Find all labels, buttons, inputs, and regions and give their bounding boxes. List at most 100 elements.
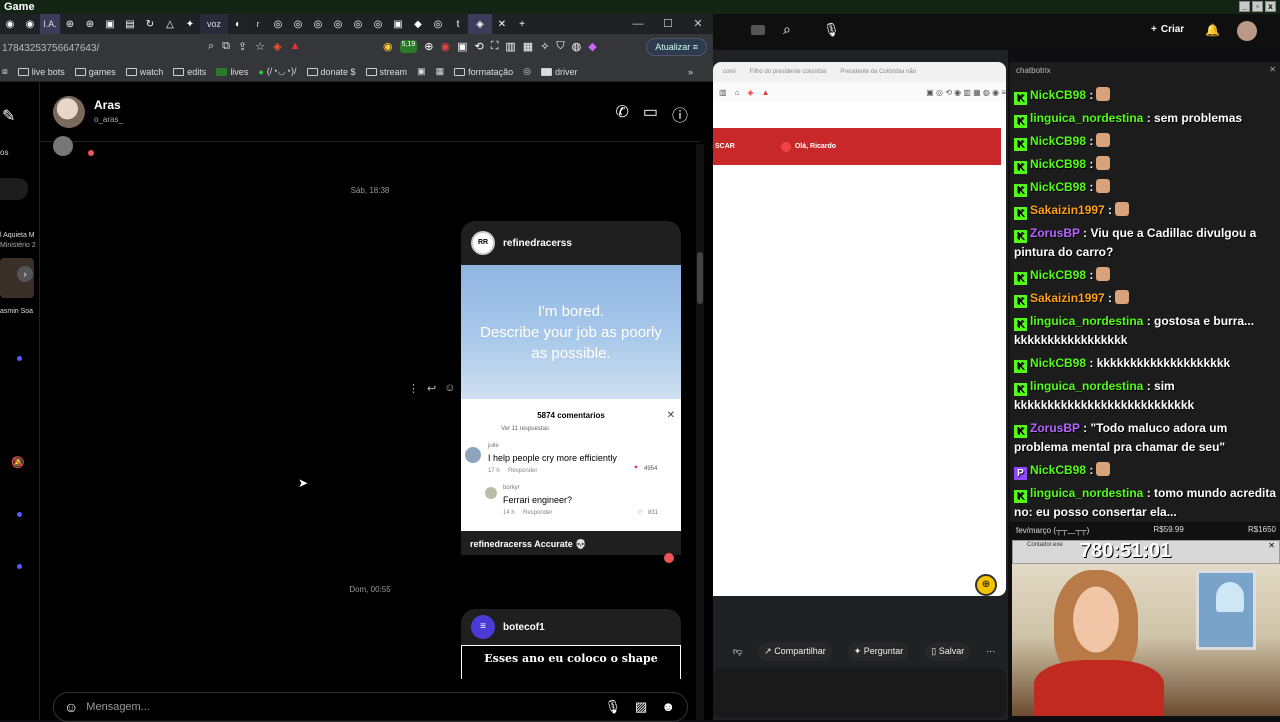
tab-favicon[interactable]: ✦: [180, 14, 200, 34]
brave-shield-icon[interactable]: ◈: [747, 88, 753, 97]
floating-badge-icon[interactable]: ⊕: [975, 574, 997, 596]
sidebar-icon[interactable]: ▥: [505, 40, 515, 53]
brave-rewards-icon[interactable]: ▲: [762, 88, 770, 97]
bell-icon[interactable]: 🔔: [1205, 23, 1220, 37]
bookmark-formatacao[interactable]: formatação: [454, 67, 513, 77]
tab-favicon[interactable]: ◎: [428, 14, 448, 34]
keyboard-icon[interactable]: [751, 25, 765, 35]
bookmark-driver[interactable]: driver: [540, 67, 578, 77]
bookmark-games[interactable]: games: [74, 67, 116, 77]
tab-favicon[interactable]: ▤: [120, 14, 140, 34]
tab-favicon[interactable]: ◉: [0, 14, 20, 34]
more-bookmarks-icon[interactable]: »: [688, 67, 693, 77]
reply-icon[interactable]: ↩: [427, 382, 436, 395]
microphone-icon[interactable]: 🎙: [823, 22, 840, 38]
tab-r[interactable]: r: [248, 14, 268, 34]
save-button[interactable]: ▯ Salvar: [925, 642, 971, 661]
scrollbar-thumb[interactable]: [697, 252, 703, 304]
more-options-icon[interactable]: ⋮: [408, 382, 419, 395]
bookmark-icon[interactable]: ▦: [436, 66, 445, 77]
tab-favicon[interactable]: ◉: [20, 14, 40, 34]
wallet-icon[interactable]: ▦: [523, 40, 533, 53]
bookmark-icon[interactable]: ▣: [417, 66, 426, 77]
url-text[interactable]: 17843253756647643/: [0, 43, 200, 54]
description-box[interactable]: [713, 668, 1006, 718]
post-author[interactable]: refinedracerss: [503, 238, 572, 249]
bookmark-lives[interactable]: lives: [216, 67, 248, 77]
bookmark-icon[interactable]: ◎: [523, 66, 531, 77]
tab-favicon[interactable]: ◎: [368, 14, 388, 34]
bookmark-edits[interactable]: edits: [173, 67, 206, 77]
brave-rewards-icon[interactable]: ▲: [290, 40, 301, 53]
sidebar-search[interactable]: [0, 178, 28, 200]
extension-icon[interactable]: ⛶: [491, 40, 499, 53]
red-bar-label[interactable]: SCAR: [715, 143, 735, 150]
tab-favicon[interactable]: ▣: [100, 14, 120, 34]
toolbar-icon[interactable]: ⌂: [735, 88, 740, 97]
tab-favicon[interactable]: ◎: [268, 14, 288, 34]
tab-favicon[interactable]: t: [448, 14, 468, 34]
close-tab-icon[interactable]: ✕: [492, 14, 512, 34]
tab-favicon[interactable]: ◎: [328, 14, 348, 34]
reaction-emoji[interactable]: [664, 553, 674, 563]
contact-name[interactable]: Aras: [94, 98, 121, 112]
tab-favicon[interactable]: ⊛: [60, 14, 80, 34]
extension-icon[interactable]: ◉: [383, 40, 393, 53]
bookmark-live-bots[interactable]: live bots: [17, 67, 65, 77]
brave-shield-icon[interactable]: ◈: [273, 40, 281, 53]
extension-icon[interactable]: ◉: [440, 40, 450, 53]
maximize-button[interactable]: ▫: [1252, 1, 1263, 12]
mid-tab[interactable]: comi: [723, 69, 736, 75]
leo-icon[interactable]: ✧: [540, 40, 549, 53]
new-message-icon[interactable]: ✎: [2, 106, 15, 126]
post-author[interactable]: botecof1: [503, 622, 545, 633]
share-icon[interactable]: ⇪: [238, 40, 247, 53]
tab-ia[interactable]: I.A.: [40, 14, 60, 34]
emoji-react-icon[interactable]: ☺: [444, 382, 455, 395]
image-icon[interactable]: ▨: [635, 699, 647, 715]
tab-favicon[interactable]: ◎: [288, 14, 308, 34]
share-button[interactable]: ↗ Compartilhar: [758, 642, 832, 661]
new-tab-icon[interactable]: +: [512, 14, 532, 34]
scrollbar[interactable]: [696, 144, 704, 720]
shared-post[interactable]: RR refinedracerss I'm bored. Describe yo…: [461, 221, 681, 555]
message-composer[interactable]: ☺ Mensagem... 🎙 ▨ ☻: [53, 692, 688, 722]
avatar[interactable]: [53, 96, 85, 128]
search-icon[interactable]: ⌕: [783, 21, 791, 38]
create-button[interactable]: + Criar: [1151, 24, 1184, 35]
tab-favicon[interactable]: ⊛: [80, 14, 100, 34]
bookmark-stream[interactable]: stream: [365, 67, 407, 77]
bookmark-emoticon[interactable]: ● (/◔◡◔)/: [258, 66, 296, 77]
mid-tab[interactable]: Filho do presidente colombia: [750, 69, 827, 75]
phone-icon[interactable]: ✆: [615, 102, 628, 126]
gem-icon[interactable]: ◆: [588, 40, 596, 53]
bookmark-star-icon[interactable]: ☆: [255, 40, 265, 53]
shared-post[interactable]: ≡ botecof1 Esses ano eu coloco o shape: [461, 609, 681, 679]
tab-favicon[interactable]: ◎: [348, 14, 368, 34]
mid-tab[interactable]: Presidente da Colômbia não: [840, 69, 916, 75]
tab-favicon[interactable]: △: [160, 14, 180, 34]
tab-favicon[interactable]: ◆: [408, 14, 428, 34]
bookmark-icon[interactable]: ⧈: [2, 66, 8, 77]
tab-favicon[interactable]: ↻: [140, 14, 160, 34]
tab-favicon[interactable]: ◎: [308, 14, 328, 34]
update-button[interactable]: Atualizar ≡: [646, 38, 707, 56]
chevron-right-icon[interactable]: ›: [17, 266, 33, 282]
install-icon[interactable]: ⧉: [222, 40, 230, 53]
avatar[interactable]: [1237, 21, 1257, 41]
emoji-icon[interactable]: ☺: [64, 699, 78, 715]
greeting[interactable]: Olá, Ricardo: [780, 141, 836, 152]
tab-voz[interactable]: voz: [200, 14, 228, 34]
zoom-icon[interactable]: ⌕: [208, 40, 214, 53]
toolbar-icon[interactable]: ▣ ◎ ⟲ ◉ ▥ ▦ ◍ ◉ ≡: [926, 88, 1006, 97]
bookmark-donate[interactable]: donate $: [306, 67, 356, 77]
extension-icon[interactable]: ⊕: [424, 40, 433, 53]
close-button[interactable]: x: [1265, 1, 1276, 12]
sticker-icon[interactable]: ☻: [661, 699, 675, 715]
microphone-icon[interactable]: 🎙: [605, 699, 622, 715]
tab-favicon[interactable]: ▣: [388, 14, 408, 34]
toolbar-icon[interactable]: ▥: [719, 88, 727, 97]
close-icon[interactable]: ✕: [1268, 541, 1275, 550]
maximize-icon[interactable]: ☐: [653, 14, 683, 34]
minimize-icon[interactable]: —: [623, 14, 653, 34]
